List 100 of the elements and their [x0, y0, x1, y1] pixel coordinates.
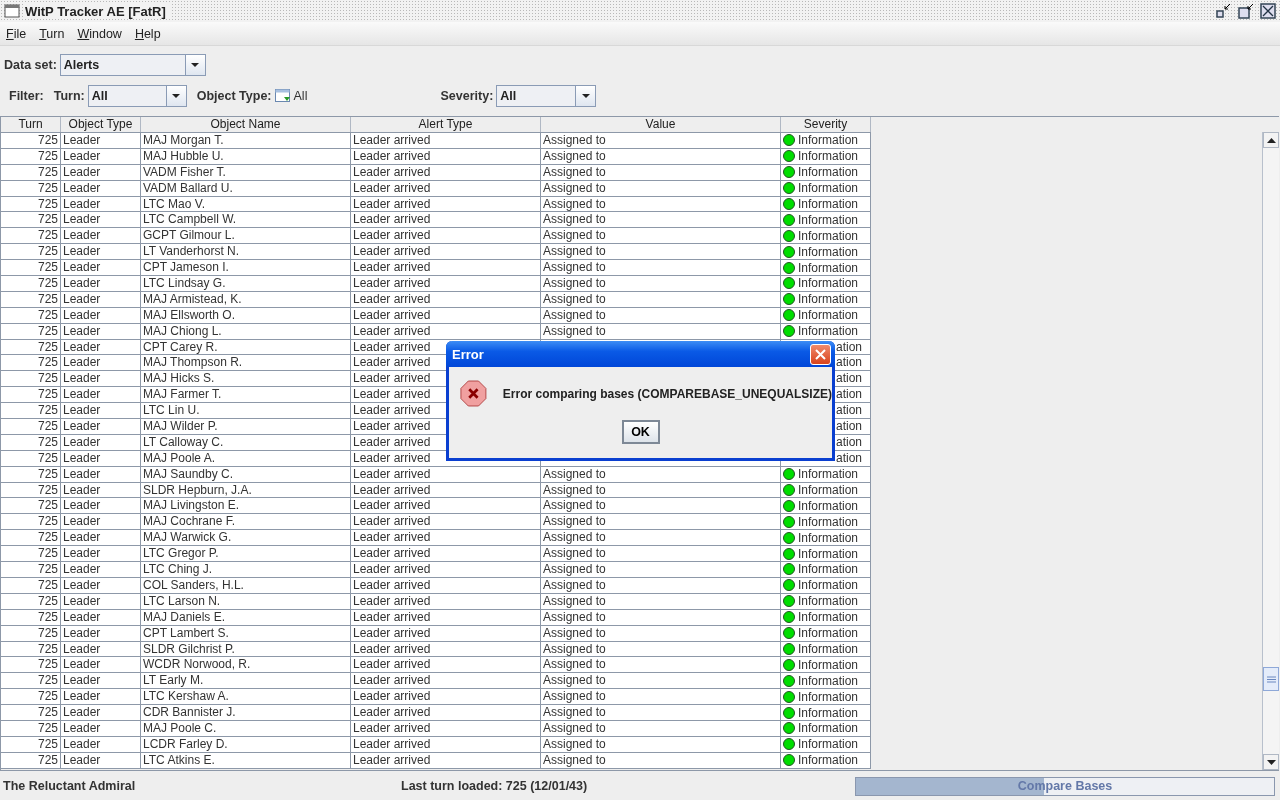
status-dot-icon — [783, 579, 795, 592]
table-cell: Information — [798, 546, 859, 561]
table-cell: 725 — [1, 689, 61, 706]
filter-label: Filter: — [9, 88, 44, 103]
table-cell: Leader — [61, 689, 141, 706]
table-cell: Leader — [61, 387, 141, 404]
grip-icon — [1266, 675, 1276, 683]
status-dot-icon — [783, 229, 795, 242]
table-cell: Information — [798, 260, 859, 275]
status-dot-icon — [783, 595, 795, 608]
table-cell: WCDR Norwood, R. — [141, 657, 351, 674]
status-dot-icon — [783, 468, 795, 481]
table-cell: 725 — [1, 371, 61, 388]
table-cell: Information — [798, 673, 859, 688]
status-text: The Reluctant Admiral — [3, 779, 137, 793]
table-cell: LTC Kershaw A. — [141, 689, 351, 706]
table-cell: Information — [798, 324, 859, 339]
dropdown[interactable]: Alerts — [59, 53, 206, 76]
table-cell: Leader arrived — [351, 212, 541, 229]
table-cell: LTC Campbell W. — [141, 212, 351, 229]
table-cell: Assigned to — [541, 212, 781, 229]
menu-item[interactable]: Turn — [35, 26, 70, 41]
status-dot-icon — [783, 261, 795, 274]
table-cell: Information — [798, 721, 859, 736]
table-cell: Information — [798, 641, 859, 656]
status-dot-icon — [783, 245, 795, 258]
status-dot-icon — [783, 642, 795, 655]
table-cell: Assigned to — [541, 546, 781, 563]
table-cell: Leader arrived — [351, 228, 541, 245]
table-cell: LTC Lin U. — [141, 403, 351, 420]
dropdown-arrow-icon — [172, 93, 181, 98]
table-cell: CDR Bannister J. — [141, 705, 351, 721]
table-cell: Assigned to — [541, 228, 781, 245]
table-cell: Assigned to — [541, 705, 781, 721]
menu-item[interactable]: File — [2, 26, 32, 41]
status-dot-icon — [783, 325, 795, 338]
table-cell: Information — [798, 689, 859, 704]
ok-button[interactable]: OK — [621, 420, 660, 444]
table-cell: Assigned to — [541, 514, 781, 531]
table-cell: Information — [798, 705, 859, 720]
table-cell: Leader — [61, 355, 141, 372]
dropdown-arrow-icon — [191, 62, 200, 67]
table-cell: Assigned to — [541, 689, 781, 706]
restore-icon[interactable] — [1238, 3, 1254, 19]
dropdown[interactable]: All — [87, 84, 187, 107]
table-cell: Leader — [61, 498, 141, 515]
table-cell: Leader arrived — [351, 689, 541, 706]
table-cell: Information — [798, 197, 859, 211]
table-cell: Assigned to — [541, 673, 781, 690]
table-cell: 725 — [1, 530, 61, 547]
menu-item[interactable]: Help — [130, 26, 166, 41]
status-dot-icon — [783, 515, 795, 528]
close-icon[interactable] — [1260, 3, 1276, 19]
dropdown[interactable]: All — [496, 84, 597, 107]
table-cell: Leader arrived — [351, 260, 541, 276]
error-icon — [460, 379, 487, 408]
table-cell: 725 — [1, 498, 61, 515]
table-cell: 725 — [1, 657, 61, 674]
table-cell: Leader — [61, 371, 141, 388]
table-cell: Information — [798, 626, 859, 641]
table-cell: Assigned to — [541, 244, 781, 261]
close-icon — [815, 348, 826, 360]
progress-label: Compare Bases — [1017, 779, 1113, 793]
table-cell: Leader — [61, 657, 141, 674]
object-type-value[interactable]: All — [293, 88, 441, 103]
status-dot-icon — [783, 706, 795, 719]
table-cell: Assigned to — [541, 260, 781, 276]
table-cell: Information — [798, 149, 859, 164]
scroll-down-button[interactable] — [1263, 754, 1279, 770]
scroll-up-button[interactable] — [1263, 132, 1279, 148]
status-dot-icon — [783, 198, 795, 210]
table-cell: MAJ Warwick G. — [141, 530, 351, 547]
table-cell: Leader — [61, 419, 141, 435]
table-cell: Information — [798, 133, 859, 148]
table-cell: Leader — [61, 212, 141, 229]
table-cell: Information — [798, 737, 859, 752]
table-cell: 725 — [1, 705, 61, 721]
dropdown-arrow-icon — [581, 93, 590, 98]
table-cell: MAJ Morgan T. — [141, 133, 351, 149]
table-cell: LTC Gregor P. — [141, 546, 351, 563]
table-cell: Information — [798, 594, 859, 609]
table-cell: LT Early M. — [141, 673, 351, 690]
table-cell: Leader — [61, 228, 141, 245]
table-cell: Information — [798, 514, 859, 529]
table-cell: Information — [798, 610, 859, 625]
minimize-icon[interactable] — [1216, 3, 1232, 19]
table-cell: Leader arrived — [351, 498, 541, 515]
table-cell: Assigned to — [541, 562, 781, 578]
table-cell: Assigned to — [541, 530, 781, 547]
table-cell: Assigned to — [541, 133, 781, 149]
menu-item[interactable]: Window — [73, 26, 127, 41]
table-cell: 725 — [1, 133, 61, 149]
scrollbar-thumb[interactable] — [1263, 667, 1279, 691]
table-cell: 725 — [1, 673, 61, 690]
table-cell: Information — [798, 498, 859, 513]
table-cell: GCPT Gilmour L. — [141, 228, 351, 245]
table-cell: Information — [798, 308, 859, 323]
close-button[interactable] — [810, 343, 831, 365]
status-dot-icon — [783, 754, 795, 767]
table-cell: 725 — [1, 562, 61, 578]
